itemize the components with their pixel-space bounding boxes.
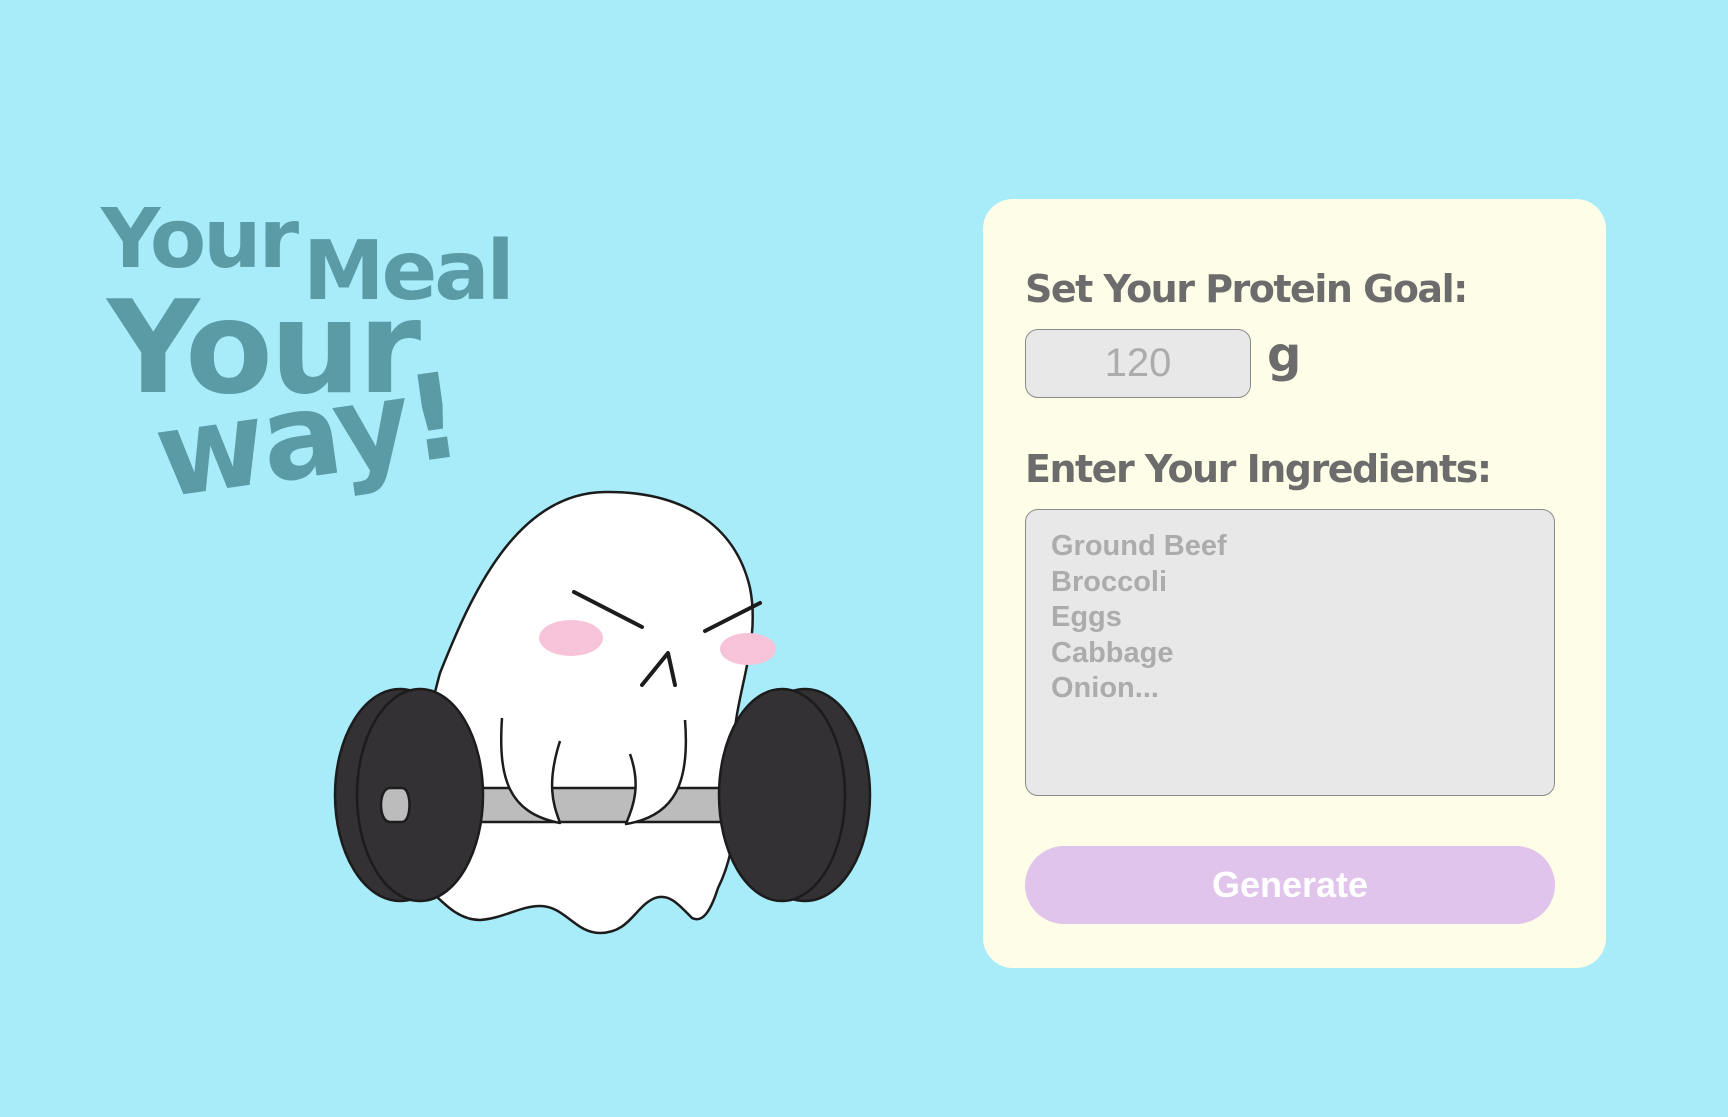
headline-word-your: Your	[101, 192, 299, 287]
ingredients-textarea[interactable]	[1025, 509, 1555, 796]
meal-form-card: Set Your Protein Goal: g Enter Your Ingr…	[983, 199, 1606, 968]
right-blush	[720, 633, 776, 665]
ingredients-label: Enter Your Ingredients:	[1025, 447, 1492, 491]
protein-goal-input[interactable]	[1025, 329, 1251, 398]
ghost-lifting-barbell-icon	[333, 490, 872, 935]
left-plate-front	[355, 687, 485, 903]
left-blush	[539, 620, 603, 656]
protein-unit-label: g	[1267, 327, 1302, 383]
bar-end-left	[379, 786, 411, 824]
right-plate-front	[717, 687, 847, 903]
generate-button[interactable]: Generate	[1025, 846, 1555, 924]
protein-goal-label: Set Your Protein Goal:	[1025, 267, 1468, 311]
